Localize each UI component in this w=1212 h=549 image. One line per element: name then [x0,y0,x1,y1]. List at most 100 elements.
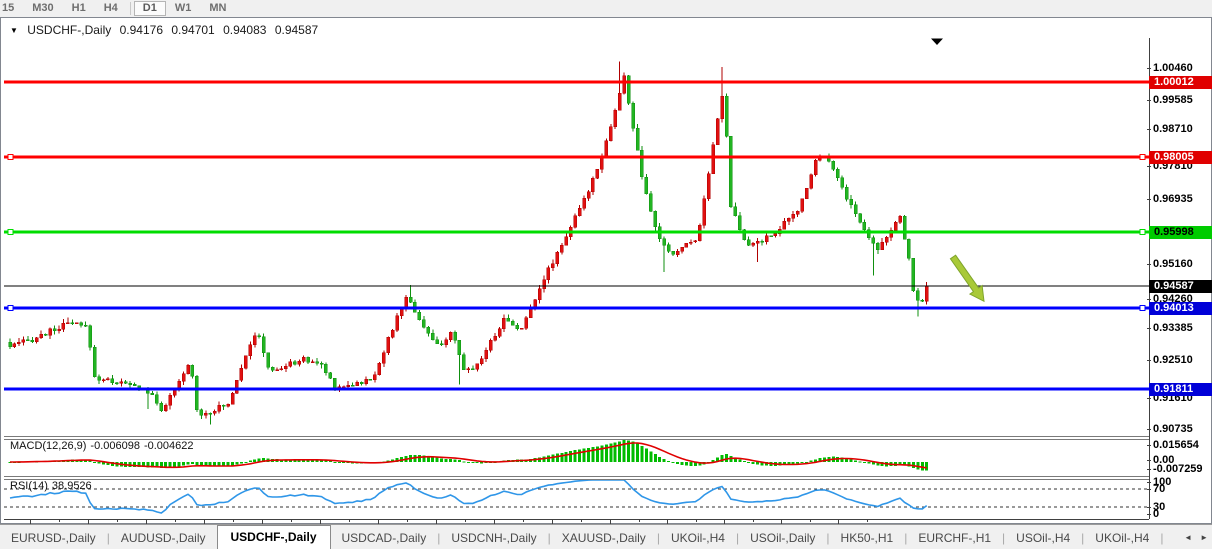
candle-body [676,251,679,254]
candle-body [342,387,345,388]
candle-body [854,205,857,214]
timeframe-button-d1[interactable]: D1 [134,1,166,16]
axis-tick-mark [1147,199,1151,200]
candle-body [663,239,666,245]
candle-body [445,340,448,345]
rsi-tick-label: 0 [1153,509,1159,520]
line-handle[interactable] [1140,230,1145,235]
candle-body [859,214,862,223]
timeframe-button-mn[interactable]: MN [200,1,235,16]
macd-histogram-bar [645,449,648,463]
candle-body [235,380,238,393]
symbol-menu-icon[interactable]: ▼ [10,26,18,35]
candle-body [396,316,399,331]
tab-xauusd-daily[interactable]: XAUUSD-,Daily [551,527,657,549]
macd-histogram-bar [636,443,639,462]
tab-audusd-daily[interactable]: AUDUSD-,Daily [110,527,217,549]
candle-body [49,329,52,335]
macd-histogram-bar [810,461,813,462]
candle-body [543,280,546,289]
tab-scroll-left-icon[interactable]: ◄ [1180,527,1196,549]
line-handle[interactable] [1140,306,1145,311]
candle-body [307,357,310,362]
tab-usdchf-daily[interactable]: USDCHF-,Daily [217,525,331,549]
chart-canvas[interactable]: ▼ USDCHF-,Daily 0.94176 0.94701 0.94083 … [1,18,1211,523]
candle-body [391,330,394,337]
candle-body [369,379,372,380]
candle-body [298,361,301,364]
candle-body [58,329,61,331]
timeframe-button-h1[interactable]: H1 [63,1,95,16]
candle-body [502,318,505,328]
macd-histogram-bar [859,461,862,462]
candle-body [26,340,29,341]
macd-histogram-bar [583,449,586,462]
candle-body [632,103,635,128]
candle-body [13,344,16,347]
candle-body [93,347,96,377]
price-level-badge-0.95998: 0.95998 [1149,226,1212,239]
timeframe-button-w1[interactable]: W1 [166,1,201,16]
axis-tick-mark [1147,514,1151,515]
candle-body [516,325,519,329]
timeframe-button-15[interactable]: 15 [0,1,23,16]
candle-body [22,340,25,342]
tab-usoil-daily[interactable]: USOil-,Daily [739,527,826,549]
tab-usoil-h4[interactable]: USOil-,H4 [1005,527,1081,549]
line-handle[interactable] [1140,155,1145,160]
tab-ukoil-h4[interactable]: UKOil-,H4 [1084,527,1160,549]
macd-histogram-bar [578,449,581,462]
price-tick-label: 0.96935 [1153,194,1193,205]
candle-body [351,385,354,386]
chart-shift-marker-icon[interactable] [931,39,943,46]
candle-body [556,252,559,263]
macd-histogram-bar [738,459,741,462]
candle-body [440,344,443,345]
timeframe-button-h4[interactable]: H4 [95,1,127,16]
macd-histogram-bar [565,452,568,462]
macd-histogram-bar [747,462,750,463]
candle-body [302,357,305,361]
macd-histogram-bar [253,459,256,462]
candle-body [187,365,190,374]
candle-body [271,367,274,370]
tab-eurchf-h1[interactable]: EURCHF-,H1 [907,527,1002,549]
macd-histogram-bar [560,453,563,462]
candle-body [627,76,630,104]
candle-body [280,369,283,370]
candle-body [320,363,323,364]
candle-body [667,245,670,251]
macd-histogram-bar [654,454,657,462]
tab-ukoil-h4[interactable]: UKOil-,H4 [660,527,736,549]
price-tick-label: 0.92510 [1153,355,1193,366]
candle-body [716,119,719,145]
macd-histogram-bar [925,462,928,471]
candle-body [102,380,105,381]
candle-body [106,379,109,380]
candle-body [783,221,786,229]
axis-tick-mark [1147,429,1151,430]
candle-body [685,243,688,247]
candle-body [712,145,715,174]
line-handle[interactable] [8,155,13,160]
tab-scroll-right-icon[interactable]: ► [1196,527,1212,549]
candle-body [903,216,906,239]
candle-body [511,321,514,325]
tab-hk50-h1[interactable]: HK50-,H1 [830,527,905,549]
timeframe-toolbar: 15M30H1H4 D1W1MN [0,0,1212,17]
candle-body [507,318,510,321]
tab-usdcnh-daily[interactable]: USDCNH-,Daily [440,527,547,549]
candle-body [124,382,127,384]
tab-usdcad-daily[interactable]: USDCAD-,Daily [331,527,438,549]
line-handle[interactable] [8,306,13,311]
line-handle[interactable] [8,230,13,235]
macd-histogram-bar [867,462,870,464]
candle-body [640,150,643,177]
tab-eurusd-daily[interactable]: EURUSD-,Daily [0,527,107,549]
timeframe-button-m30[interactable]: M30 [23,1,62,16]
candle-body [551,264,554,268]
macd-histogram-bar [587,448,590,462]
down-arrow-annotation[interactable] [950,255,984,301]
candle-body [734,207,737,216]
candle-body [885,237,888,242]
